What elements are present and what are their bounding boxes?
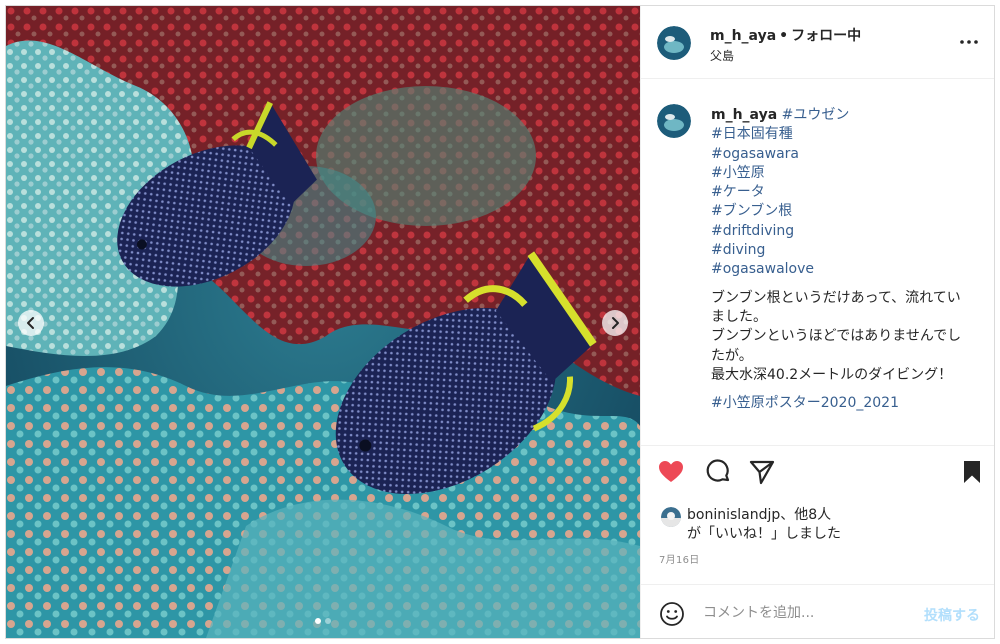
carousel-dot-active: [315, 618, 321, 624]
hashtag-link[interactable]: #ブンブン根: [711, 202, 986, 221]
hashtag-link[interactable]: #ogasawara: [711, 145, 986, 164]
more-options-icon: [960, 40, 978, 44]
post-location[interactable]: 父島: [710, 47, 734, 64]
post-media[interactable]: [6, 6, 640, 638]
comment-composer: 投稿する: [641, 584, 994, 638]
liked-by-suffix: が「いいね！」しました: [687, 526, 841, 542]
post-comment-button[interactable]: 投稿する: [924, 605, 980, 625]
caption-username[interactable]: m_h_aya: [711, 107, 777, 123]
post-photo: [6, 6, 640, 638]
post-header: m_h_aya • フォロー中 父島: [641, 6, 994, 79]
carousel-next-button[interactable]: [602, 310, 628, 336]
separator-dot: •: [779, 28, 789, 44]
post-side-panel: m_h_aya • フォロー中 父島 m_h_aya #ユウゼン #日本固有種 #o…: [640, 6, 994, 638]
caption-body: ブンブン根というだけあって、流れてい ました。 ブンブンというほどではありません…: [711, 289, 986, 385]
hashtag-link[interactable]: #小笠原: [711, 164, 986, 183]
liked-by-users[interactable]: boninislandjp、他8人: [687, 504, 831, 524]
action-bar: [641, 458, 994, 494]
caption-line: 最大水深40.2メートルのダイビング！: [711, 366, 953, 383]
save-button[interactable]: [958, 458, 986, 486]
avatar[interactable]: [657, 26, 691, 60]
comment-input[interactable]: [703, 599, 908, 627]
hashtag-link[interactable]: #driftdiving: [711, 222, 986, 241]
comment-icon: [706, 459, 730, 482]
post-author-line: m_h_aya • フォロー中: [710, 25, 861, 45]
chevron-right-icon: [612, 317, 619, 329]
more-options-button[interactable]: [957, 33, 981, 51]
caption-line: ブンブン根というだけあって、流れてい: [711, 289, 961, 306]
carousel-prev-button[interactable]: [18, 310, 44, 336]
share-icon: [749, 460, 775, 485]
author-username[interactable]: m_h_aya: [710, 28, 776, 44]
hashtag-link[interactable]: #ogasawalove: [711, 260, 986, 279]
chevron-left-icon: [27, 317, 34, 329]
likes-summary: boninislandjp、他8人 が「いいね！」しました: [657, 504, 987, 544]
avatar[interactable]: [657, 104, 691, 138]
caption-line: ました。: [711, 308, 767, 325]
hashtag-link[interactable]: #小笠原ポスター2020_2021: [711, 394, 986, 413]
hashtag-link[interactable]: #ユウゼン: [782, 107, 850, 123]
avatar[interactable]: [661, 507, 681, 527]
emoji-button[interactable]: [659, 601, 685, 627]
carousel-indicator: [6, 618, 640, 624]
heart-icon: [659, 461, 683, 482]
like-button[interactable]: [657, 458, 685, 486]
caption-section: m_h_aya #ユウゼン #日本固有種 #ogasawara #小笠原 #ケー…: [641, 80, 994, 446]
caption-line: たが。: [711, 347, 753, 364]
emoji-icon: [660, 602, 684, 626]
caption-text: m_h_aya #ユウゼン #日本固有種 #ogasawara #小笠原 #ケー…: [711, 106, 986, 413]
bookmark-icon: [964, 461, 980, 483]
hashtag-link[interactable]: #diving: [711, 241, 986, 260]
caption-line: ブンブンというほどではありませんでし: [711, 328, 962, 345]
carousel-dot: [325, 618, 331, 624]
post-dialog: m_h_aya • フォロー中 父島 m_h_aya #ユウゼン #日本固有種 #o…: [5, 5, 995, 639]
post-date[interactable]: 7月16日: [659, 551, 700, 566]
hashtag-link[interactable]: #ケータ: [711, 183, 986, 202]
share-button[interactable]: [748, 458, 776, 486]
hashtag-link[interactable]: #日本固有種: [711, 125, 986, 144]
follow-status-button[interactable]: フォロー中: [791, 28, 861, 44]
comment-button[interactable]: [704, 458, 732, 486]
